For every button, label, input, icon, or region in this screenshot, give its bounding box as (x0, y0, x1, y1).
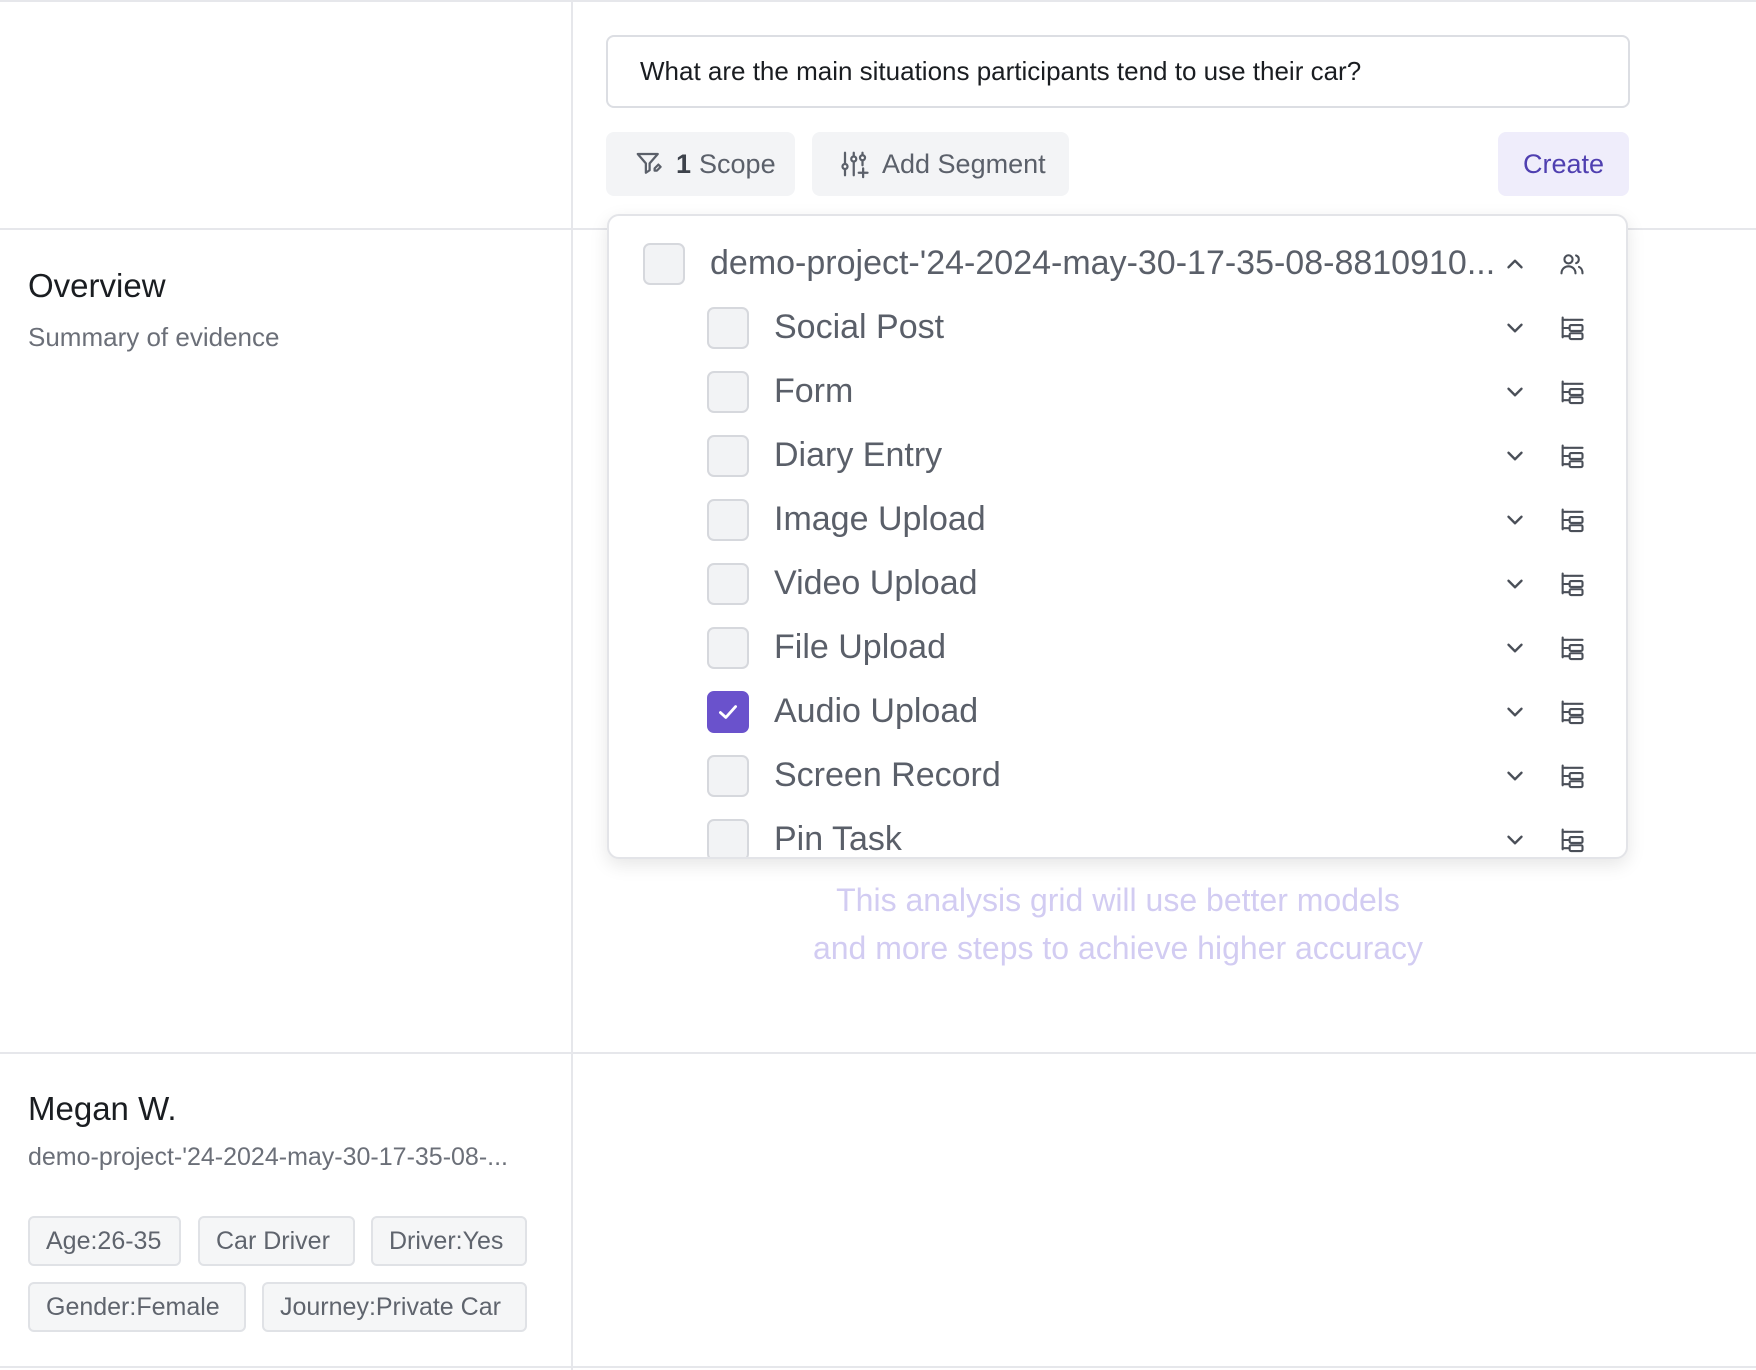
chevron-down-icon[interactable] (1502, 315, 1528, 341)
hint-line-1: This analysis grid will use better model… (836, 882, 1400, 918)
scope-item-label: Form (774, 372, 854, 410)
scope-item-label: Video Upload (774, 564, 978, 602)
question-input[interactable]: What are the main situations participant… (606, 35, 1630, 108)
scope-item-label: File Upload (774, 628, 946, 666)
chevron-down-icon[interactable] (1502, 827, 1528, 853)
chevron-down-icon[interactable] (1502, 699, 1528, 725)
scope-item-row[interactable]: Social Post (609, 296, 1626, 360)
overview-title: Overview (28, 267, 166, 304)
participant-project: demo-project-'24-2024-may-30-17-35-08-..… (28, 1143, 508, 1171)
scope-item-checkbox[interactable] (707, 371, 749, 413)
tree-structure-icon[interactable] (1558, 442, 1586, 470)
scope-item-checkbox[interactable] (707, 563, 749, 605)
scope-item-checkbox[interactable] (707, 627, 749, 669)
tree-structure-icon[interactable] (1558, 762, 1586, 790)
scope-item-label: Audio Upload (774, 692, 979, 730)
scope-item-row[interactable]: Pin Task (609, 808, 1626, 858)
participant-tag: Journey:Private Car (262, 1282, 527, 1332)
scope-item-label: Social Post (774, 308, 945, 346)
scope-item-label: Pin Task (774, 820, 902, 858)
project-row[interactable]: demo-project-'24-2024-may-30-17-35-08-88… (609, 232, 1626, 296)
participant-tag: Car Driver (198, 1216, 355, 1266)
scope-item-row[interactable]: Image Upload (609, 488, 1626, 552)
sliders-add-icon (841, 151, 869, 179)
tree-structure-icon[interactable] (1558, 826, 1586, 854)
scope-item-label: Diary Entry (774, 436, 943, 474)
chevron-down-icon[interactable] (1502, 379, 1528, 405)
scope-item-checkbox-checked[interactable] (707, 691, 749, 733)
scope-item-row[interactable]: Screen Record (609, 744, 1626, 808)
participant-tag: Age:26-35 (28, 1216, 181, 1266)
chevron-down-icon[interactable] (1502, 635, 1528, 661)
chevron-down-icon[interactable] (1502, 763, 1528, 789)
tree-structure-icon[interactable] (1558, 314, 1586, 342)
tree-structure-icon[interactable] (1558, 570, 1586, 598)
scope-button[interactable]: 1 Scope (606, 132, 795, 196)
create-button[interactable]: Create (1498, 132, 1629, 196)
project-label: demo-project-'24-2024-may-30-17-35-08-88… (710, 244, 1496, 282)
scope-item-checkbox[interactable] (707, 499, 749, 541)
scope-item-row[interactable]: Diary Entry (609, 424, 1626, 488)
filter-edit-icon (636, 152, 662, 174)
scope-item-checkbox[interactable] (707, 755, 749, 797)
chevron-down-icon[interactable] (1502, 571, 1528, 597)
question-text: What are the main situations participant… (640, 56, 1362, 86)
chevron-down-icon[interactable] (1502, 443, 1528, 469)
scope-item-checkbox[interactable] (707, 307, 749, 349)
tree-structure-icon[interactable] (1558, 634, 1586, 662)
scope-item-label: Screen Record (774, 756, 1001, 794)
bottom-border (0, 1366, 1756, 1368)
chevron-up-icon[interactable] (1502, 251, 1528, 277)
scope-item-row[interactable]: Video Upload (609, 552, 1626, 616)
scope-item-row[interactable]: Audio Upload (609, 680, 1626, 744)
row-divider (0, 1052, 1756, 1054)
add-segment-label: Add Segment (882, 148, 1046, 179)
project-checkbox[interactable] (643, 243, 685, 285)
scope-item-label: Image Upload (774, 500, 986, 538)
add-segment-button[interactable]: Add Segment (812, 132, 1069, 196)
scope-item-checkbox[interactable] (707, 435, 749, 477)
overview-subtitle: Summary of evidence (28, 322, 280, 352)
scope-label: Scope (699, 148, 776, 179)
column-divider (571, 0, 573, 1370)
users-icon[interactable] (1558, 250, 1586, 278)
tree-structure-icon[interactable] (1558, 698, 1586, 726)
top-border (0, 0, 1756, 2)
participant-tag: Driver:Yes (371, 1216, 527, 1266)
create-label: Create (1522, 148, 1605, 179)
participant-name: Megan W. (28, 1090, 177, 1127)
scope-item-row[interactable]: File Upload (609, 616, 1626, 680)
participant-tag: Gender:Female (28, 1282, 246, 1332)
scope-item-row[interactable]: Form (609, 360, 1626, 424)
scope-count: 1 (676, 148, 692, 179)
check-icon (719, 705, 737, 719)
chevron-down-icon[interactable] (1502, 507, 1528, 533)
scope-dropdown[interactable]: demo-project-'24-2024-may-30-17-35-08-88… (607, 214, 1628, 859)
hint-line-2: and more steps to achieve higher accurac… (812, 930, 1424, 966)
tree-structure-icon[interactable] (1558, 378, 1586, 406)
analysis-hint: This analysis grid will use better model… (573, 876, 1663, 972)
tree-structure-icon[interactable] (1558, 506, 1586, 534)
scope-item-checkbox[interactable] (707, 819, 749, 857)
